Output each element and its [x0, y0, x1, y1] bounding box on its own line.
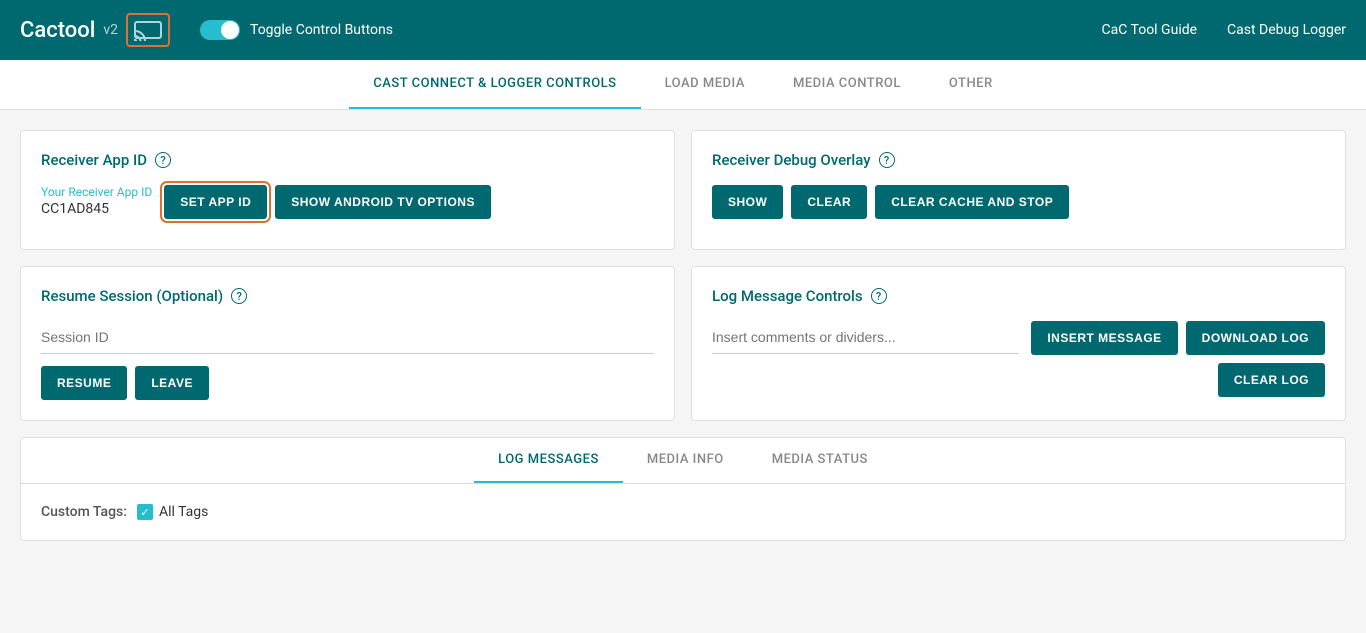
toggle-label: Toggle Control Buttons [250, 22, 393, 38]
receiver-debug-overlay-help-icon[interactable]: ? [879, 152, 895, 168]
tab-media-control[interactable]: MEDIA CONTROL [769, 60, 925, 109]
cards-grid: Receiver App ID ? Your Receiver App ID C… [20, 130, 1346, 421]
tab-media-status[interactable]: MEDIA STATUS [748, 438, 892, 483]
log-msg-row1: INSERT MESSAGE DOWNLOAD LOG [1031, 321, 1325, 355]
log-msg-row2: CLEAR LOG [1218, 363, 1325, 397]
logo-version: v2 [103, 22, 118, 38]
cast-debug-logger-link[interactable]: Cast Debug Logger [1227, 22, 1346, 38]
tab-media-info[interactable]: MEDIA INFO [623, 438, 748, 483]
receiver-input-value: CC1AD845 [41, 201, 152, 217]
clear-log-button[interactable]: CLEAR LOG [1218, 363, 1325, 397]
logo-text: Cactool [20, 18, 95, 43]
toggle-control-buttons-switch[interactable] [200, 20, 240, 40]
log-message-controls-card: Log Message Controls ? INSERT MESSAGE DO… [691, 266, 1346, 421]
show-debug-overlay-button[interactable]: SHOW [712, 185, 783, 219]
tab-log-messages[interactable]: LOG MESSAGES [474, 438, 623, 483]
leave-button[interactable]: LEAVE [135, 366, 209, 400]
all-tags-label: All Tags [159, 504, 208, 520]
custom-tags-label: Custom Tags: [41, 504, 127, 520]
receiver-app-id-buttons: SET APP ID SHOW ANDROID TV OPTIONS [164, 185, 491, 219]
bottom-tabs: LOG MESSAGES MEDIA INFO MEDIA STATUS [21, 438, 1345, 484]
receiver-input-group: Your Receiver App ID CC1AD845 [41, 185, 152, 229]
header-nav: CaC Tool Guide Cast Debug Logger [1102, 22, 1347, 38]
receiver-debug-overlay-buttons: SHOW CLEAR CLEAR CACHE AND STOP [712, 185, 1325, 219]
resume-session-card: Resume Session (Optional) ? RESUME LEAVE [20, 266, 675, 421]
resume-session-help-icon[interactable]: ? [231, 288, 247, 304]
cast-icon-button[interactable] [126, 13, 170, 47]
bottom-content: Custom Tags: ✓ All Tags [21, 484, 1345, 540]
log-message-controls-title: Log Message Controls ? [712, 287, 1325, 305]
log-message-controls-help-icon[interactable]: ? [871, 288, 887, 304]
receiver-app-id-help-icon[interactable]: ? [155, 152, 171, 168]
bottom-section: LOG MESSAGES MEDIA INFO MEDIA STATUS Cus… [20, 437, 1346, 541]
toggle-knob [221, 21, 239, 39]
receiver-debug-overlay-title: Receiver Debug Overlay ? [712, 151, 1325, 169]
all-tags-checkbox-wrapper[interactable]: ✓ All Tags [137, 504, 208, 520]
main-tabs: CAST CONNECT & LOGGER CONTROLS LOAD MEDI… [0, 60, 1366, 110]
resume-button[interactable]: RESUME [41, 366, 127, 400]
app-header: Cactool v2 Toggle Control Buttons CaC To… [0, 0, 1366, 60]
receiver-app-id-card: Receiver App ID ? Your Receiver App ID C… [20, 130, 675, 250]
log-msg-input-wrap [712, 321, 1019, 366]
resume-session-title: Resume Session (Optional) ? [41, 287, 654, 305]
all-tags-checkbox[interactable]: ✓ [137, 504, 153, 520]
clear-debug-overlay-button[interactable]: CLEAR [791, 185, 867, 219]
toggle-section: Toggle Control Buttons [200, 20, 393, 40]
log-msg-layout: INSERT MESSAGE DOWNLOAD LOG CLEAR LOG [712, 321, 1325, 397]
custom-tags-row: Custom Tags: ✓ All Tags [41, 504, 1325, 520]
receiver-input-section: Your Receiver App ID CC1AD845 SET APP ID… [41, 185, 654, 229]
set-app-id-button[interactable]: SET APP ID [164, 185, 267, 219]
log-message-input[interactable] [712, 321, 1019, 354]
log-msg-btns-wrap: INSERT MESSAGE DOWNLOAD LOG CLEAR LOG [1031, 321, 1325, 397]
tab-cast-connect[interactable]: CAST CONNECT & LOGGER CONTROLS [349, 60, 640, 109]
insert-message-button[interactable]: INSERT MESSAGE [1031, 321, 1177, 355]
receiver-debug-overlay-card: Receiver Debug Overlay ? SHOW CLEAR CLEA… [691, 130, 1346, 250]
session-id-input[interactable] [41, 321, 654, 354]
cast-icon [134, 19, 162, 41]
tab-other[interactable]: OTHER [925, 60, 1017, 109]
download-log-button[interactable]: DOWNLOAD LOG [1186, 321, 1325, 355]
main-content: Receiver App ID ? Your Receiver App ID C… [0, 110, 1366, 561]
show-android-tv-options-button[interactable]: SHOW ANDROID TV OPTIONS [275, 185, 491, 219]
clear-cache-and-stop-button[interactable]: CLEAR CACHE AND STOP [875, 185, 1069, 219]
cac-tool-guide-link[interactable]: CaC Tool Guide [1102, 22, 1198, 38]
receiver-input-label: Your Receiver App ID [41, 185, 152, 199]
logo-section: Cactool v2 [20, 13, 170, 47]
receiver-app-id-title: Receiver App ID ? [41, 151, 654, 169]
tab-load-media[interactable]: LOAD MEDIA [641, 60, 769, 109]
resume-session-buttons: RESUME LEAVE [41, 366, 654, 400]
